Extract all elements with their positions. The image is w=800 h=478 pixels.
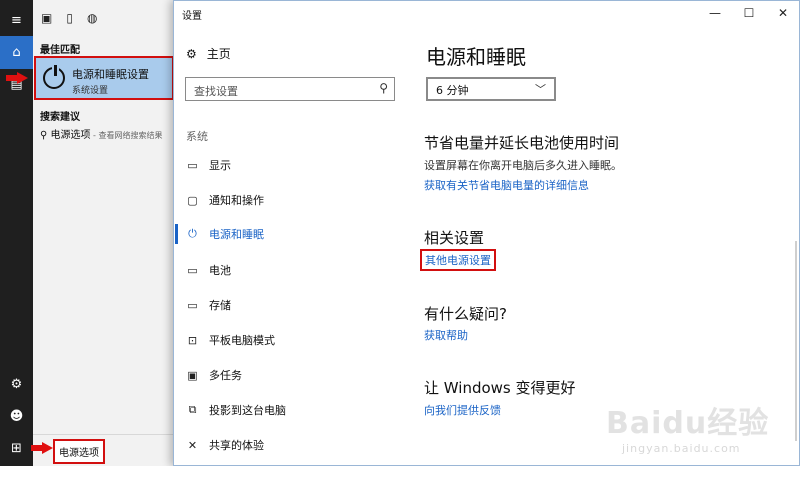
suggestion-label: 电源选项 <box>50 130 91 141</box>
sidebar-item-label: 显示 <box>209 159 231 172</box>
annotation-arrow <box>31 442 53 454</box>
battery-heading: 节省电量并延长电池使用时间 <box>424 134 620 152</box>
get-help-link[interactable]: 获取帮助 <box>424 327 468 343</box>
project-icon: ⧉ <box>188 403 197 416</box>
settings-search-input[interactable]: 查找设置 ⚲ <box>185 77 395 101</box>
nav-home[interactable]: ⚙ 主页 <box>186 45 231 62</box>
active-indicator <box>175 224 178 244</box>
multitask-icon: ▣ <box>187 368 198 382</box>
sidebar-item-tablet-mode[interactable]: ⊡ 平板电脑模式 <box>186 330 275 350</box>
search-icon[interactable]: ⚲ <box>379 81 388 95</box>
window-title: 设置 <box>182 11 202 22</box>
scrollbar[interactable] <box>795 241 797 441</box>
battery-icon: ▭ <box>187 263 198 277</box>
nav-group-label: 系统 <box>186 130 208 143</box>
search-filter-bar: ▣ ▯ ◍ <box>33 0 173 36</box>
watermark: Baidu经验 jingyan.baidu.com <box>606 394 786 464</box>
battery-description: 设置屏幕在你离开电脑后多久进入睡眠。 <box>424 159 622 172</box>
windows-icon[interactable]: ⊞ <box>0 432 33 465</box>
search-suggestion[interactable]: ⚲ 电源选项 - 查看网络搜索结果 <box>40 126 163 141</box>
display-icon: ▭ <box>187 158 198 172</box>
sidebar-item-power-sleep[interactable]: ⏻ 电源和睡眠 <box>186 224 264 244</box>
improve-windows-heading: 让 Windows 变得更好 <box>424 379 576 397</box>
feedback-link[interactable]: 向我们提供反馈 <box>424 402 501 418</box>
additional-power-settings-link[interactable]: 其他电源设置 <box>420 249 496 271</box>
search-results-panel: ▣ ▯ ◍ 最佳匹配 电源和睡眠设置 系统设置 搜索建议 ⚲ 电源选项 - 查看… <box>33 0 174 466</box>
title-bar: 设置 — ☐ ✕ <box>174 1 799 25</box>
sidebar-item-label: 共享的体验 <box>209 439 264 452</box>
battery-info-link[interactable]: 获取有关节省电脑电量的详细信息 <box>424 177 589 193</box>
bottom-strip <box>0 466 800 478</box>
minimize-button[interactable]: — <box>698 1 732 25</box>
annotation-arrow <box>6 72 28 84</box>
web-filter-icon[interactable]: ◍ <box>87 11 97 25</box>
sidebar-item-label: 电池 <box>209 264 231 277</box>
power-icon: ⏻ <box>188 227 197 240</box>
dropdown-value: 6 分钟 <box>436 84 469 97</box>
suggestions-heading: 搜索建议 <box>40 112 80 123</box>
user-icon[interactable]: ☻ <box>0 400 33 433</box>
chevron-down-icon: ﹀ <box>535 83 546 96</box>
sidebar-item-label: 存储 <box>209 299 231 312</box>
sleep-timeout-dropdown[interactable]: 6 分钟 ﹀ <box>426 77 556 101</box>
watermark-logo: Baidu经验 <box>606 406 770 441</box>
storage-icon: ▭ <box>187 298 198 312</box>
sidebar-item-label: 电源和睡眠 <box>209 228 264 241</box>
suggestion-detail: - 查看网络搜索结果 <box>90 131 163 140</box>
sidebar-item-label: 投影到这台电脑 <box>209 404 286 417</box>
page-title: 电源和睡眠 <box>426 45 526 69</box>
nav-home-label: 主页 <box>206 47 231 61</box>
power-icon <box>43 65 65 89</box>
sidebar-item-storage[interactable]: ▭ 存储 <box>186 295 231 315</box>
sidebar-item-battery[interactable]: ▭ 电池 <box>186 260 231 280</box>
best-match-result[interactable]: 电源和睡眠设置 系统设置 <box>34 56 174 100</box>
search-icon: ⚲ <box>40 130 48 141</box>
sidebar-item-label: 通知和操作 <box>209 194 264 207</box>
sidebar-item-shared-experiences[interactable]: ✕ 共享的体验 <box>186 435 264 455</box>
hamburger-icon[interactable]: ≡ <box>0 4 33 37</box>
best-match-title: 电源和睡眠设置 <box>72 68 149 81</box>
maximize-button[interactable]: ☐ <box>732 1 766 25</box>
close-button[interactable]: ✕ <box>766 1 800 25</box>
screenshot-root: ≡ ⌂ ▤ ⚙ ☻ ⊞ ▣ ▯ ◍ 最佳匹配 电源和睡眠设置 系统设置 搜索建议… <box>0 0 800 478</box>
sidebar-item-label: 平板电脑模式 <box>209 334 275 347</box>
notification-icon: ▢ <box>187 193 198 207</box>
sidebar-item-label: 多任务 <box>209 369 242 382</box>
sidebar-item-notifications[interactable]: ▢ 通知和操作 <box>186 190 264 210</box>
sidebar-item-display[interactable]: ▭ 显示 <box>186 155 231 175</box>
best-match-heading: 最佳匹配 <box>40 45 80 56</box>
watermark-url: jingyan.baidu.com <box>622 442 741 455</box>
shared-icon: ✕ <box>187 438 198 452</box>
search-query[interactable]: 电源选项 <box>53 439 105 464</box>
start-search-box[interactable]: 电源选项 <box>33 434 173 466</box>
best-match-subtitle: 系统设置 <box>72 86 109 96</box>
search-placeholder: 查找设置 <box>194 85 238 98</box>
gear-icon: ⚙ <box>186 46 197 61</box>
related-settings-heading: 相关设置 <box>424 229 485 247</box>
sidebar-item-multitasking[interactable]: ▣ 多任务 <box>186 365 242 385</box>
sidebar-item-projecting[interactable]: ⧉ 投影到这台电脑 <box>186 400 286 420</box>
start-rail: ≡ ⌂ ▤ ⚙ ☻ ⊞ <box>0 0 33 466</box>
tablet-icon: ⊡ <box>187 333 198 347</box>
question-heading: 有什么疑问? <box>424 305 507 323</box>
apps-filter-icon[interactable]: ▣ <box>41 11 52 25</box>
home-icon[interactable]: ⌂ <box>0 36 33 69</box>
documents-filter-icon[interactable]: ▯ <box>66 11 73 25</box>
gear-icon[interactable]: ⚙ <box>0 368 33 401</box>
